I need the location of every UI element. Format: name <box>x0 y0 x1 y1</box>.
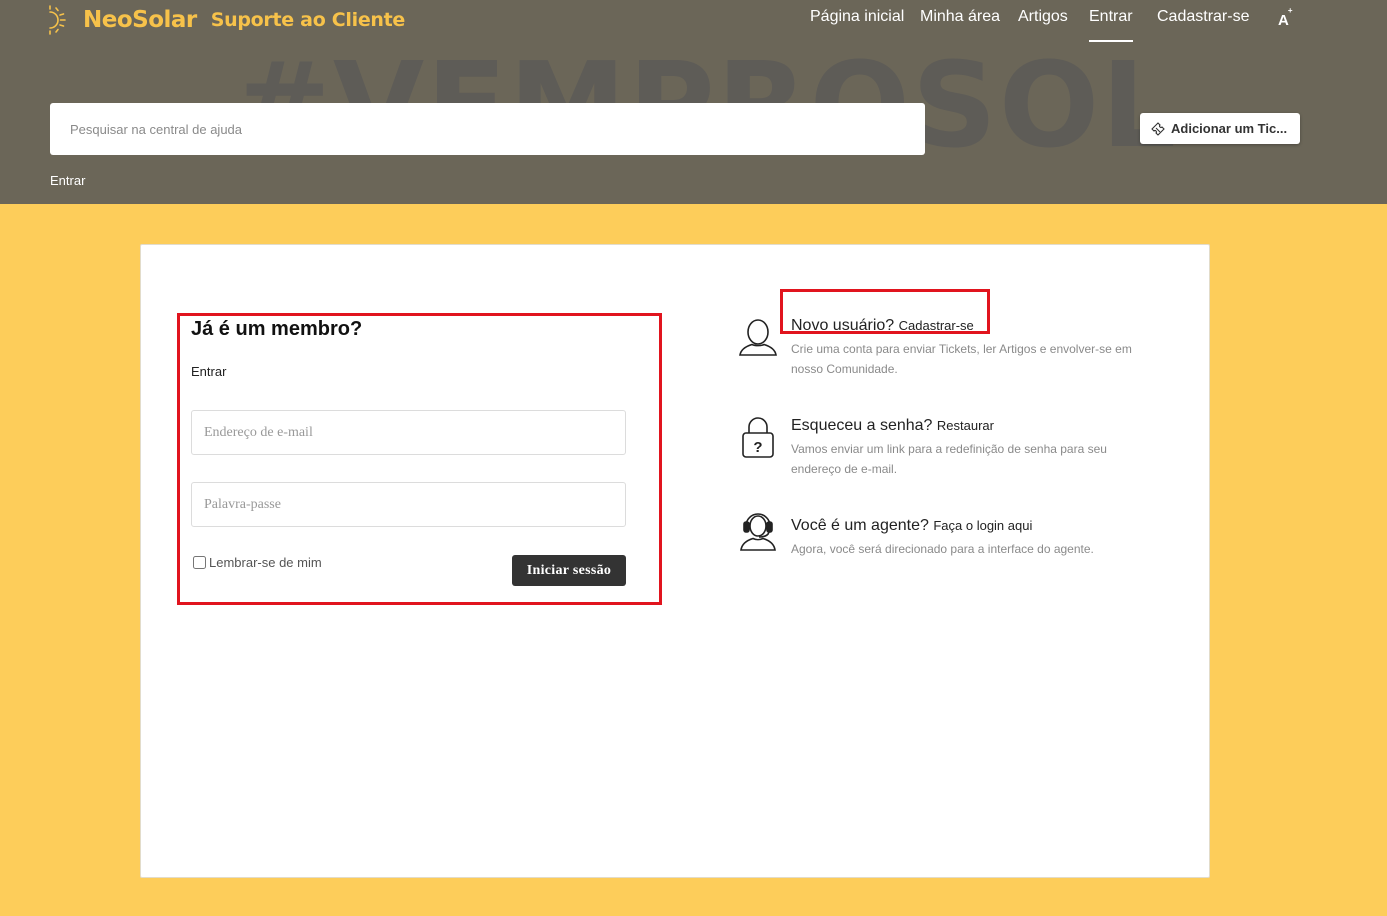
header: #VEMPROSOL NeoSolar Suporte ao Cliente P… <box>0 0 1387 204</box>
new-user-description: Crie uma conta para enviar Tickets, ler … <box>791 342 1132 376</box>
nav-articles[interactable]: Artigos <box>1018 8 1068 26</box>
forgot-password-question: Esqueceu a senha? <box>791 417 933 434</box>
agent-title: Você é um agente? Faça o login aqui <box>791 517 1032 535</box>
login-card: Já é um membro? Entrar Lembrar-se de mim… <box>140 244 1210 878</box>
agent-description: Agora, você será direcionado para a inte… <box>791 542 1094 556</box>
headset-icon <box>740 513 776 551</box>
add-ticket-label: Adicionar um Tic... <box>1171 121 1288 136</box>
svg-text:?: ? <box>753 439 762 456</box>
brand-subtitle: Suporte ao Cliente <box>210 8 406 31</box>
restore-link[interactable]: Restaurar <box>937 418 994 433</box>
nav-signup[interactable]: Cadastrar-se <box>1157 8 1249 26</box>
email-field[interactable] <box>191 410 626 455</box>
remember-me[interactable]: Lembrar-se de mim <box>193 555 322 570</box>
nav-my-area[interactable]: Minha área <box>920 8 1000 26</box>
lock-icon: ? <box>742 417 774 458</box>
brand-logo[interactable]: NeoSolar Suporte ao Cliente <box>48 2 405 38</box>
login-subtitle: Entrar <box>191 364 227 379</box>
remember-me-checkbox[interactable] <box>193 556 206 569</box>
password-field[interactable] <box>191 482 626 527</box>
remember-me-label: Lembrar-se de mim <box>209 555 322 570</box>
agent-question: Você é um agente? <box>791 517 929 534</box>
add-ticket-button[interactable]: Adicionar um Tic... <box>1140 113 1300 144</box>
forgot-password-title: Esqueceu a senha? Restaurar <box>791 417 994 435</box>
user-icon <box>739 319 777 356</box>
forgot-password-description: Vamos enviar um link para a redefinição … <box>791 442 1107 476</box>
text-size-icon[interactable]: A+ <box>1278 6 1296 29</box>
breadcrumb: Entrar <box>50 173 86 188</box>
nav-home[interactable]: Página inicial <box>810 8 904 26</box>
search-input[interactable] <box>50 103 925 155</box>
agent-login-link[interactable]: Faça o login aqui <box>933 518 1032 533</box>
ticket-icon <box>1151 121 1165 136</box>
signup-highlight-box <box>780 289 990 334</box>
login-title: Já é um membro? <box>191 318 363 340</box>
nav-login[interactable]: Entrar <box>1089 8 1133 42</box>
brand-name: NeoSolar <box>83 6 197 33</box>
login-button[interactable]: Iniciar sessão <box>512 555 626 586</box>
sun-logo-icon <box>49 5 66 35</box>
